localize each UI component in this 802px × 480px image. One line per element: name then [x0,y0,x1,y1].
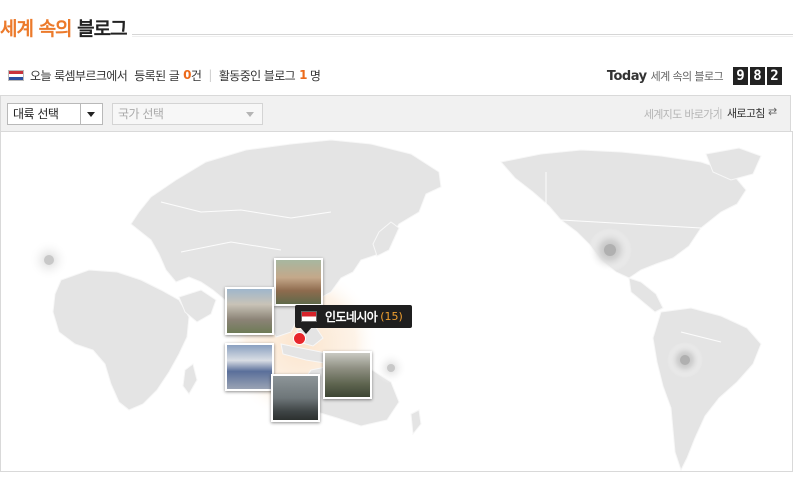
page-title: 세계 속의 블로그 [0,14,128,41]
counter-digit: 2 [767,67,782,85]
tooltip-count: (15) [380,310,403,323]
counter-digit: 8 [750,67,765,85]
refresh-button[interactable]: 새로고침 [727,105,765,121]
chevron-down-icon[interactable] [246,112,254,117]
daily-stats: 오늘 룩셈부르크에서 등록된 글 0 건 | 활동중인 블로그 1 명 [8,67,321,83]
flag-luxembourg-icon [8,69,24,81]
central-america-landmass [628,277,664,313]
today-sublabel: 세계 속의 블로그 [650,70,724,83]
title-accent: 세계 속의 [0,18,73,40]
photo-thumbnail[interactable] [274,258,323,306]
photo-thumbnail[interactable] [323,351,372,399]
location-pin-icon[interactable] [294,333,305,344]
hotspot-north-america-dot [604,244,616,256]
nz-landmass [410,409,422,436]
continent-select[interactable]: 대륙 선택 [7,103,103,125]
country-tooltip[interactable]: 인도네시아 (15) [295,305,412,328]
hotspot-oceania-dot [387,364,395,372]
world-map-svg [29,139,762,471]
world-map[interactable] [0,131,793,472]
bloggers-unit: 명 [309,68,321,83]
title-rest: 블로그 [77,18,127,40]
bar-separator [718,107,719,119]
bloggers-count: 1 [299,68,307,82]
bloggers-label: 활동중인 블로그 [218,68,296,83]
today-label: Today [606,68,647,84]
stats-separator: | [208,68,212,82]
worldmap-link[interactable]: 세계지도 바로가기 [644,106,723,122]
hotspot-south-america-dot [680,355,690,365]
continent-select-value: 대륙 선택 [13,107,59,121]
south-america-landmass [652,307,762,471]
title-divider [132,34,793,35]
tooltip-country: 인도네시아 [325,310,378,324]
posts-count: 0 [183,68,191,82]
title-divider-shadow [132,36,793,37]
photo-thumbnail[interactable] [271,374,320,422]
africa-landmass [52,269,190,411]
refresh-icon[interactable]: ⇄ [768,105,777,118]
country-select-value: 국가 선택 [118,107,164,121]
country-label: 오늘 룩셈부르크에서 [30,68,128,83]
posts-unit: 건 [190,68,202,83]
madagascar-landmass [182,363,198,395]
hotspot-europe-dot [44,255,54,265]
chevron-down-icon[interactable] [80,104,102,124]
country-select[interactable]: 국가 선택 [112,103,263,125]
photo-thumbnail[interactable] [225,287,274,335]
posts-label: 등록된 글 [134,68,180,83]
today-counter: Today 세계 속의 블로그 9 8 2 [607,67,782,85]
counter-digit: 9 [733,67,748,85]
flag-indonesia-icon [301,311,317,322]
photo-thumbnail[interactable] [225,343,274,391]
